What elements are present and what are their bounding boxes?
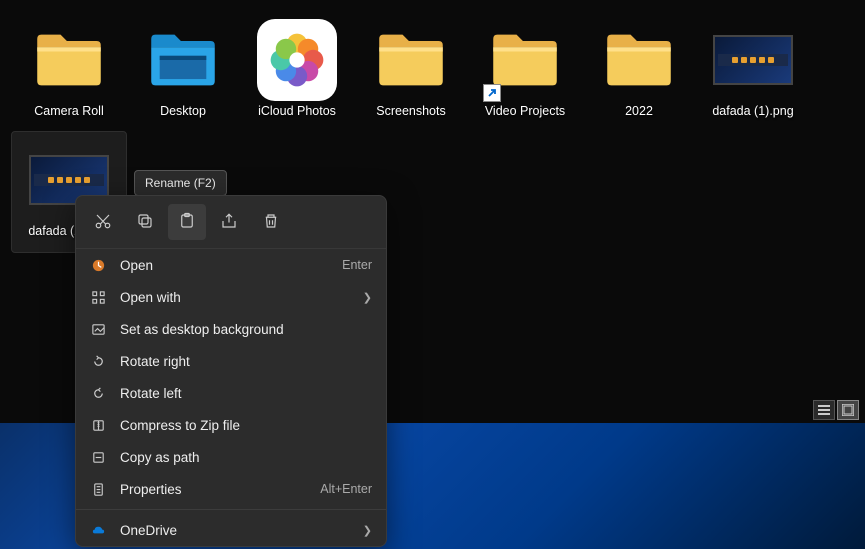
menu-separator bbox=[76, 509, 386, 510]
delete-button[interactable] bbox=[252, 204, 290, 240]
open-icon bbox=[90, 257, 106, 273]
cut-button[interactable] bbox=[84, 204, 122, 240]
desktop-item[interactable]: Screenshots bbox=[354, 12, 468, 132]
menu-item-copy-as-path[interactable]: Copy as path bbox=[76, 441, 386, 473]
menu-item-open-with[interactable]: Open with ❯ bbox=[76, 281, 386, 313]
menu-item-rotate-right[interactable]: Rotate right bbox=[76, 345, 386, 377]
rotate-r-icon bbox=[90, 353, 106, 369]
openwith-icon bbox=[90, 289, 106, 305]
item-label: Video Projects bbox=[485, 104, 565, 119]
desktop-item[interactable]: dafada (1).png bbox=[696, 12, 810, 132]
paste-button[interactable] bbox=[168, 204, 206, 240]
copy-button[interactable] bbox=[126, 204, 164, 240]
item-label: dafada (1).png bbox=[712, 104, 793, 119]
item-label: 2022 bbox=[625, 104, 653, 119]
copypath-icon bbox=[90, 449, 106, 465]
menu-item-accelerator: Alt+Enter bbox=[320, 482, 372, 496]
menu-item-compress-to-zip-file[interactable]: Compress to Zip file bbox=[76, 409, 386, 441]
menu-item-label: Set as desktop background bbox=[120, 322, 372, 337]
onedrive-icon bbox=[90, 522, 106, 538]
folder-icon bbox=[485, 20, 565, 100]
desktop-item[interactable]: iCloud Photos bbox=[240, 12, 354, 132]
item-label: iCloud Photos bbox=[258, 104, 336, 119]
context-menu-iconbar bbox=[76, 196, 386, 249]
image-thumbnail bbox=[713, 20, 793, 100]
paste-icon bbox=[178, 212, 196, 233]
menu-item-onedrive[interactable]: OneDrive ❯ bbox=[76, 514, 386, 546]
menu-item-open[interactable]: Open Enter bbox=[76, 249, 386, 281]
wallpaper-icon bbox=[90, 321, 106, 337]
menu-item-label: Compress to Zip file bbox=[120, 418, 372, 433]
chevron-right-icon: ❯ bbox=[363, 524, 372, 537]
desktop-item[interactable]: 2022 bbox=[582, 12, 696, 132]
share-icon bbox=[220, 212, 238, 233]
shortcut-overlay-icon bbox=[483, 84, 501, 102]
menu-item-rotate-left[interactable]: Rotate left bbox=[76, 377, 386, 409]
rotate-l-icon bbox=[90, 385, 106, 401]
menu-item-accelerator: Enter bbox=[342, 258, 372, 272]
menu-item-label: Rotate right bbox=[120, 354, 372, 369]
desktop-item[interactable]: Camera Roll bbox=[12, 12, 126, 132]
context-menu-list: Open Enter Open with ❯ Set as desktop backgr… bbox=[76, 249, 386, 546]
folder-icon bbox=[599, 20, 679, 100]
props-icon bbox=[90, 481, 106, 497]
menu-item-label: Open bbox=[120, 258, 328, 273]
menu-item-label: OneDrive bbox=[120, 523, 349, 538]
menu-item-label: Open with bbox=[120, 290, 349, 305]
menu-item-set-as-desktop-background[interactable]: Set as desktop background bbox=[76, 313, 386, 345]
folder-icon bbox=[29, 20, 109, 100]
menu-item-label: Copy as path bbox=[120, 450, 372, 465]
menu-item-label: Properties bbox=[120, 482, 306, 497]
menu-item-label: Rotate left bbox=[120, 386, 372, 401]
view-thumbnails-button[interactable] bbox=[837, 400, 859, 420]
item-label: Screenshots bbox=[376, 104, 445, 119]
desktop-item[interactable]: Desktop bbox=[126, 12, 240, 132]
rename-tooltip: Rename (F2) bbox=[134, 170, 227, 196]
chevron-right-icon: ❯ bbox=[363, 291, 372, 304]
share-button[interactable] bbox=[210, 204, 248, 240]
context-menu: Open Enter Open with ❯ Set as desktop backgr… bbox=[75, 195, 387, 547]
cut-icon bbox=[94, 212, 112, 233]
zip-icon bbox=[90, 417, 106, 433]
view-details-button[interactable] bbox=[813, 400, 835, 420]
menu-item-properties[interactable]: Properties Alt+Enter bbox=[76, 473, 386, 505]
delete-icon bbox=[262, 212, 280, 233]
item-label: Desktop bbox=[160, 104, 206, 119]
desktop-item[interactable]: Video Projects bbox=[468, 12, 582, 132]
item-label: Camera Roll bbox=[34, 104, 103, 119]
view-controls bbox=[813, 400, 859, 420]
folder-icon bbox=[371, 20, 451, 100]
folder-icon bbox=[143, 20, 223, 100]
copy-icon bbox=[136, 212, 154, 233]
icloud-photos-icon bbox=[257, 20, 337, 100]
